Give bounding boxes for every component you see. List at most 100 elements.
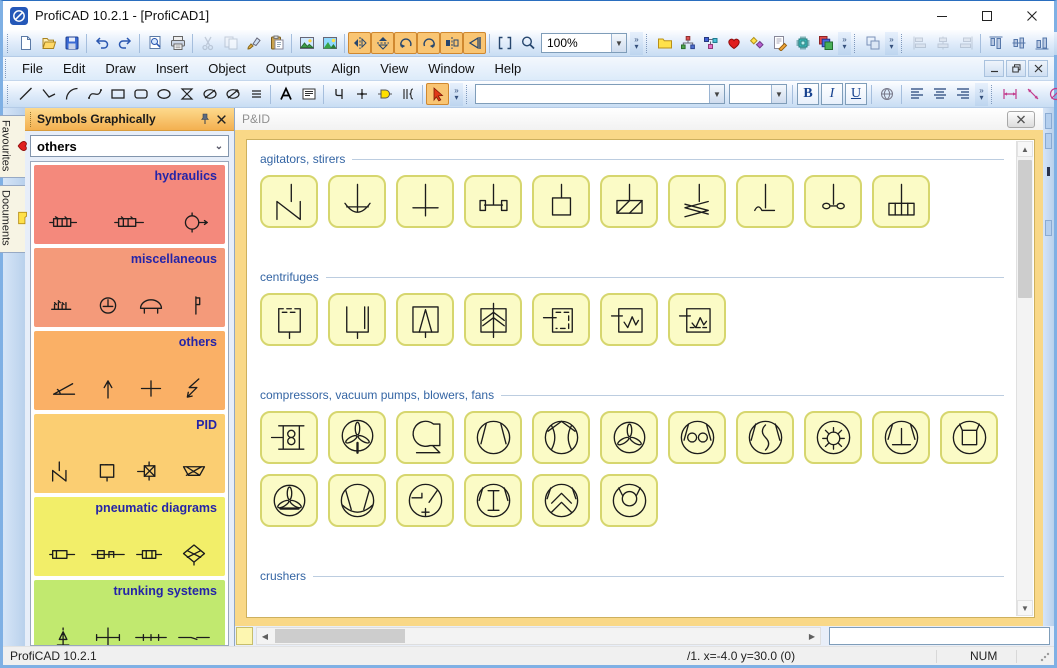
toolbar-grip[interactable] xyxy=(991,84,994,104)
connection-point-tool-button[interactable] xyxy=(350,83,373,105)
rotate-left-button[interactable] xyxy=(394,32,417,54)
ellipse-tool-button[interactable] xyxy=(152,83,175,105)
selection-arrow-button[interactable] xyxy=(426,83,449,105)
symbol-tile-agitator-zigzag[interactable] xyxy=(668,175,726,228)
resize-grip[interactable] xyxy=(1040,652,1050,662)
mirror-left-button[interactable] xyxy=(463,32,486,54)
globe-language-button[interactable] xyxy=(875,83,898,105)
toolbar-grip[interactable] xyxy=(466,84,469,104)
arc-tool-button[interactable] xyxy=(60,83,83,105)
panel-grip[interactable] xyxy=(30,111,33,127)
category-tile-trunking-systems[interactable]: trunking systems xyxy=(34,580,225,645)
bold-button[interactable]: B xyxy=(797,83,819,105)
symbol-tile-compressor-wave[interactable] xyxy=(736,411,794,464)
pin-icon[interactable] xyxy=(197,111,213,127)
print-button[interactable] xyxy=(166,32,189,54)
menu-grip[interactable] xyxy=(5,59,8,78)
symbol-tile-centrifuge-cone[interactable] xyxy=(396,293,454,346)
category-dropdown[interactable]: others ⌄ xyxy=(30,135,229,157)
mdi-restore-button[interactable] xyxy=(1006,60,1026,77)
toolbar-grip[interactable] xyxy=(854,33,857,53)
symbol-tile-compressor-sun[interactable] xyxy=(804,411,862,464)
vertical-scroll-thumb[interactable] xyxy=(1018,160,1032,298)
flip-horizontal-button[interactable] xyxy=(348,32,371,54)
linked-blocks-button[interactable] xyxy=(699,32,722,54)
dimension-linear-button[interactable] xyxy=(998,83,1021,105)
symbol-tile-agitator-anchor[interactable] xyxy=(328,175,386,228)
menu-item-help[interactable]: Help xyxy=(484,58,531,79)
align-center-objects-button[interactable] xyxy=(931,32,954,54)
text-tool-button[interactable] xyxy=(274,83,297,105)
align-bottom-objects-button[interactable] xyxy=(1030,32,1053,54)
logic-gate-tool-button[interactable] xyxy=(373,83,396,105)
symbol-tile-agitator-gate[interactable] xyxy=(260,175,318,228)
symbol-tile-centrifuge-basket[interactable] xyxy=(328,293,386,346)
dimension-diagonal-button[interactable] xyxy=(1021,83,1044,105)
scroll-right-icon[interactable]: ▶ xyxy=(804,628,820,644)
menu-item-edit[interactable]: Edit xyxy=(53,58,95,79)
colored-diamonds-button[interactable] xyxy=(745,32,768,54)
toolbar-grip[interactable] xyxy=(7,33,10,53)
print-preview-button[interactable] xyxy=(143,32,166,54)
document-close-button[interactable] xyxy=(1007,110,1035,128)
vertical-scrollbar[interactable]: ▲ ▼ xyxy=(1016,141,1033,616)
combo-arrow-icon[interactable]: ▼ xyxy=(709,85,724,103)
symbol-tile-compressor-tee[interactable] xyxy=(872,411,930,464)
symbol-tile-compressor-lobes[interactable] xyxy=(532,411,590,464)
symbol-tile-agitator-hatched-box[interactable] xyxy=(600,175,658,228)
font-select[interactable]: ▼ xyxy=(475,84,725,104)
toolbar-grip[interactable] xyxy=(901,33,904,53)
align-right-objects-button[interactable] xyxy=(954,32,977,54)
zoom-magnifier-button[interactable] xyxy=(516,32,539,54)
layers-button[interactable] xyxy=(814,32,837,54)
horizontal-scroll-thumb[interactable] xyxy=(275,629,405,643)
underline-button[interactable]: U xyxy=(845,83,867,105)
symbol-tile-agitator-grid-box[interactable] xyxy=(872,175,930,228)
symbol-tile-fan-propeller-bar[interactable] xyxy=(260,474,318,527)
menu-item-file[interactable]: File xyxy=(12,58,53,79)
save-button[interactable] xyxy=(60,32,83,54)
italic-button[interactable]: I xyxy=(821,83,843,105)
insert-picture-button[interactable] xyxy=(318,32,341,54)
menu-item-align[interactable]: Align xyxy=(321,58,370,79)
flip-vertical-button[interactable] xyxy=(371,32,394,54)
favourites-heart-button[interactable] xyxy=(722,32,745,54)
align-top-objects-button[interactable] xyxy=(984,32,1007,54)
zoom-select[interactable]: 100% ▼ xyxy=(541,33,627,53)
toolbar-options-chevron-icon[interactable]: »▾ xyxy=(450,82,463,106)
symbol-tile-roots-blower[interactable] xyxy=(668,411,726,464)
text-align-left-button[interactable] xyxy=(905,83,928,105)
cut-button[interactable] xyxy=(196,32,219,54)
symbol-tile-agitator-paddle[interactable] xyxy=(464,175,522,228)
symbol-tile-compressor-box[interactable] xyxy=(940,411,998,464)
symbol-tile-compressor-cell[interactable] xyxy=(260,411,318,464)
symbol-tile-centrifuge-chevrons[interactable] xyxy=(464,293,522,346)
undo-button[interactable] xyxy=(90,32,113,54)
new-document-button[interactable] xyxy=(14,32,37,54)
copy-button[interactable] xyxy=(219,32,242,54)
sitemap-button[interactable] xyxy=(676,32,699,54)
toolbar-options-chevron-icon[interactable]: »▾ xyxy=(885,31,898,55)
combo-arrow-icon[interactable]: ▼ xyxy=(771,85,786,103)
toolbar-options-chevron-icon[interactable]: »▾ xyxy=(975,82,988,106)
combo-arrow-icon[interactable]: ▼ xyxy=(611,34,626,52)
menu-item-insert[interactable]: Insert xyxy=(146,58,199,79)
minimize-button[interactable] xyxy=(919,1,964,30)
category-tile-pid[interactable]: PID xyxy=(34,414,225,493)
toolbar-grip[interactable] xyxy=(7,84,10,104)
symbol-tile-fan-propeller-stem[interactable] xyxy=(328,411,386,464)
menu-item-draw[interactable]: Draw xyxy=(95,58,145,79)
paste-button[interactable] xyxy=(265,32,288,54)
symbol-tile-ring-blower[interactable] xyxy=(600,474,658,527)
scroll-up-icon[interactable]: ▲ xyxy=(1017,141,1033,157)
scroll-down-icon[interactable]: ▼ xyxy=(1017,600,1033,616)
menu-item-window[interactable]: Window xyxy=(418,58,484,79)
status-edit-box[interactable] xyxy=(829,627,1050,645)
connector-brace-tool-button[interactable] xyxy=(396,83,419,105)
rotate-right-button[interactable] xyxy=(417,32,440,54)
mirror-vertical-button[interactable] xyxy=(440,32,463,54)
open-folder-button[interactable] xyxy=(37,32,60,54)
dock-handle[interactable] xyxy=(1045,113,1052,129)
toolbar-options-chevron-icon[interactable]: »▾ xyxy=(630,31,643,55)
toolbar-options-chevron-icon[interactable]: »▾ xyxy=(838,31,851,55)
